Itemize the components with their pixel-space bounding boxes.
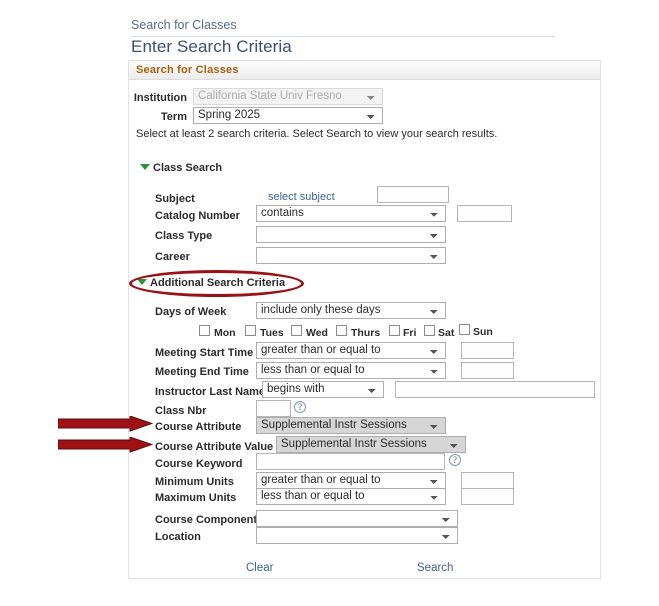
subject-label: Subject [155, 193, 195, 205]
checkbox-thurs[interactable] [336, 325, 347, 336]
institution-select[interactable]: California State Univ Fresno [193, 88, 383, 105]
career-select[interactable] [256, 247, 446, 264]
course-attribute-value-select[interactable]: Supplemental Instr Sessions [276, 436, 466, 453]
checkbox-label-wed: Wed [306, 327, 328, 339]
checkbox-label-sun: Sun [473, 326, 493, 338]
class-type-select[interactable] [256, 226, 446, 243]
help-icon[interactable]: ? [449, 454, 461, 466]
meeting-start-time-input[interactable] [461, 342, 514, 359]
checkbox-fri[interactable] [389, 325, 400, 336]
collapse-triangle-icon[interactable] [137, 279, 147, 286]
course-attribute-value-label: Course Attribute Value [155, 441, 274, 453]
footer-divider [129, 578, 600, 579]
maximum-units-input[interactable] [461, 488, 514, 505]
checkbox-tues[interactable] [245, 325, 256, 336]
catalog-number-operator-select[interactable]: contains [256, 205, 446, 222]
search-button[interactable]: Search [417, 562, 453, 574]
course-component-select[interactable] [256, 510, 458, 527]
panel-header: Search for Classes [128, 60, 601, 80]
class-nbr-input[interactable] [256, 400, 291, 417]
class-search-section-title: Class Search [153, 162, 223, 174]
subject-input[interactable] [377, 186, 449, 203]
checkbox-wed[interactable] [291, 325, 302, 336]
checkbox-label-thurs: Thurs [351, 327, 381, 339]
panel-header-label: Search for Classes [136, 64, 239, 76]
location-label: Location [155, 531, 201, 543]
class-search-section-header[interactable]: Class Search [140, 162, 222, 174]
course-keyword-input[interactable] [256, 453, 445, 470]
page-title: Enter Search Criteria [131, 37, 292, 56]
checkbox-label-tues: Tues [260, 327, 284, 339]
minimum-units-operator-select[interactable]: greater than or equal to [256, 472, 446, 489]
instructor-last-name-input[interactable] [395, 381, 595, 398]
term-select[interactable]: Spring 2025 [193, 107, 383, 124]
term-label: Term [160, 111, 187, 123]
checkbox-mon[interactable] [199, 325, 210, 336]
meeting-end-time-input[interactable] [461, 362, 514, 379]
checkbox-label-sat: Sat [438, 327, 455, 339]
meeting-end-time-operator-select[interactable]: less than or equal to [256, 362, 446, 379]
catalog-number-input[interactable] [457, 205, 512, 222]
clear-button[interactable]: Clear [246, 562, 273, 574]
class-type-label: Class Type [155, 230, 213, 242]
class-nbr-label: Class Nbr [155, 405, 207, 417]
additional-criteria-section-header[interactable]: Additional Search Criteria [137, 277, 285, 289]
minimum-units-label: Minimum Units [155, 476, 234, 488]
breadcrumb[interactable]: Search for Classes [131, 18, 555, 37]
checkbox-label-fri: Fri [403, 327, 417, 339]
instructor-last-name-label: Instructor Last Name [155, 386, 266, 398]
minimum-units-input[interactable] [461, 472, 514, 489]
search-instruction: Select at least 2 search criteria. Selec… [136, 128, 498, 140]
meeting-start-time-operator-select[interactable]: greater than or equal to [256, 342, 446, 359]
help-icon[interactable]: ? [294, 401, 306, 413]
checkbox-label-mon: Mon [214, 327, 236, 339]
meeting-start-time-label: Meeting Start Time [155, 347, 254, 359]
course-component-label: Course Component [155, 514, 258, 526]
course-attribute-select[interactable]: Supplemental Instr Sessions [256, 417, 446, 434]
instructor-last-name-operator-select[interactable]: begins with [262, 381, 384, 398]
additional-criteria-section-title: Additional Search Criteria [150, 277, 286, 289]
checkbox-sun[interactable] [459, 324, 470, 335]
meeting-end-time-label: Meeting End Time [155, 366, 249, 378]
course-attribute-label: Course Attribute [155, 421, 242, 433]
breadcrumb-link[interactable]: Search for Classes [131, 18, 237, 32]
select-subject-link[interactable]: select subject [268, 191, 335, 203]
career-label: Career [155, 251, 190, 263]
maximum-units-operator-select[interactable]: less than or equal to [256, 488, 446, 505]
institution-label: Institution [133, 92, 187, 104]
collapse-triangle-icon[interactable] [140, 164, 150, 171]
maximum-units-label: Maximum Units [155, 492, 237, 504]
days-of-week-select[interactable]: include only these days [256, 302, 446, 319]
checkbox-sat[interactable] [424, 325, 435, 336]
days-of-week-label: Days of Week [155, 306, 227, 318]
catalog-number-label: Catalog Number [155, 210, 240, 222]
course-keyword-label: Course Keyword [155, 458, 243, 470]
location-select[interactable] [256, 527, 458, 544]
